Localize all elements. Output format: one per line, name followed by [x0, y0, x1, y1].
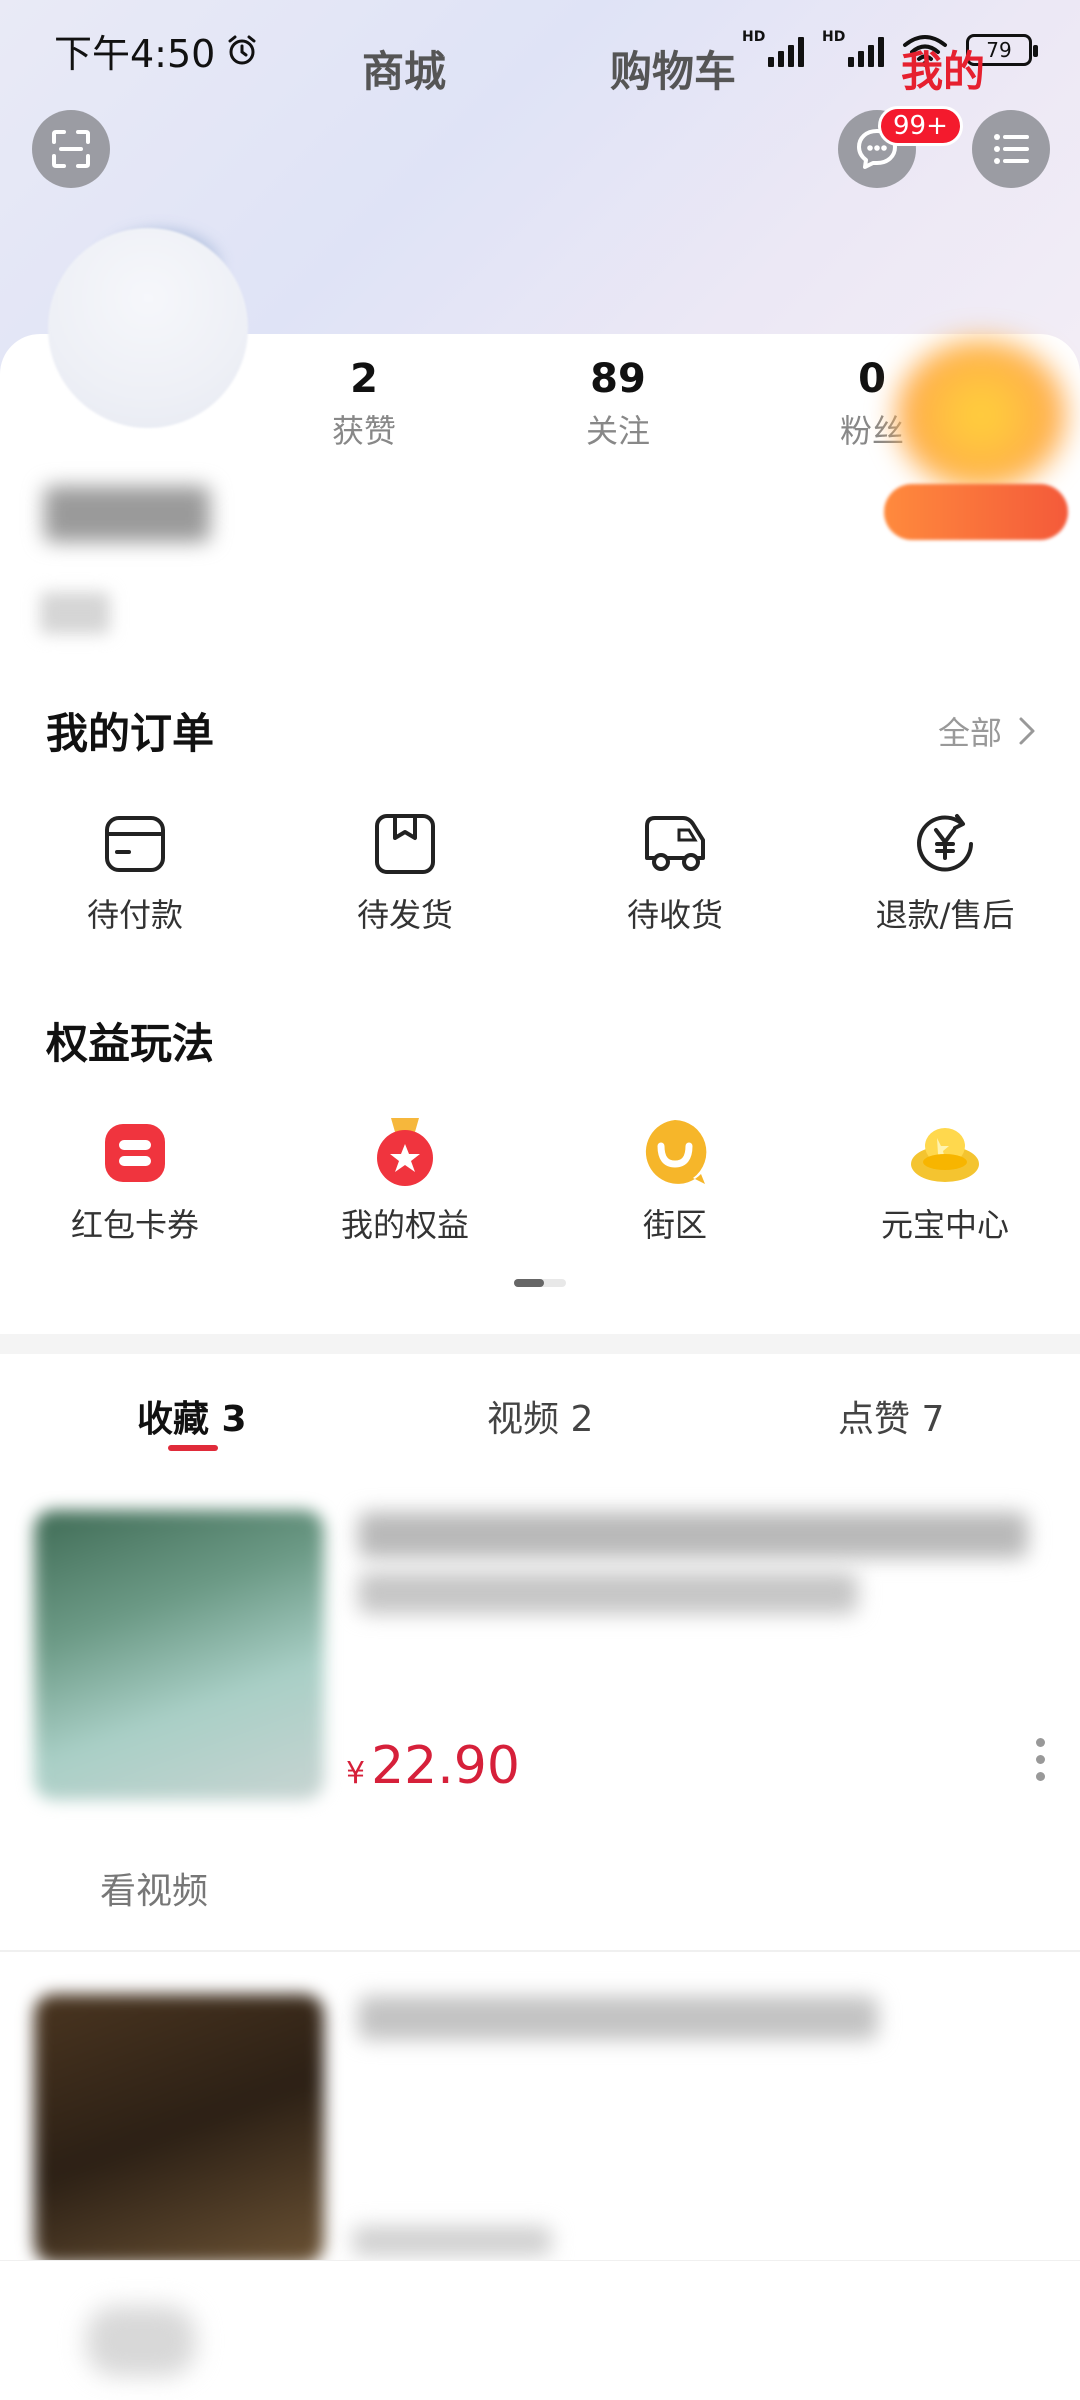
red-packet-icon: [105, 1124, 165, 1182]
nav-home-item[interactable]: [86, 2306, 196, 2376]
product-price: ¥22.90: [346, 1736, 520, 1796]
section-separator: [0, 1334, 1080, 1354]
wallet-card-icon: [105, 816, 165, 872]
benefit-ingot-center[interactable]: 元宝中心: [845, 1116, 1045, 1246]
stat-likes-value: 2: [350, 356, 378, 402]
price-value: 22.90: [371, 1736, 520, 1796]
product-title-2[interactable]: [358, 1996, 878, 2040]
delivery-truck-icon: [645, 816, 705, 871]
benefits-title: 权益玩法: [46, 1019, 215, 1068]
alarm-icon: [228, 35, 256, 65]
benefit-red-packet-label: 红包卡券: [70, 1206, 199, 1244]
scan-button[interactable]: [32, 110, 110, 188]
product-title[interactable]: [358, 1512, 1028, 1558]
product-more-button[interactable]: [1030, 1738, 1050, 1781]
smile-bubble-icon: [645, 1120, 707, 1184]
orders-view-all-label: 全部: [937, 714, 1002, 752]
signal-icon-2: HD: [822, 29, 884, 67]
order-pending-payment[interactable]: 待付款: [35, 810, 235, 936]
battery-level: 79: [986, 38, 1012, 62]
message-count-badge: 99+: [878, 106, 963, 146]
benefits-page-indicator: [514, 1279, 566, 1287]
tab-videos[interactable]: 视频 2: [487, 1390, 593, 1442]
tab-likes[interactable]: 点赞 7: [838, 1390, 944, 1442]
list-divider: [0, 1950, 1080, 1952]
order-pending-receipt[interactable]: 待收货: [575, 810, 775, 936]
benefit-street-label: 街区: [642, 1206, 707, 1244]
watch-video-link[interactable]: 看视频: [100, 1862, 208, 1914]
package-box-icon: [375, 814, 435, 874]
order-refund[interactable]: 退款/售后: [845, 810, 1045, 936]
stat-following-value: 89: [590, 356, 646, 402]
gold-ingot-icon: [911, 1128, 979, 1182]
stat-following-label: 关注: [585, 412, 650, 450]
nav-mine[interactable]: 我的: [901, 38, 985, 99]
avatar[interactable]: [48, 228, 248, 428]
active-tab-indicator: [168, 1445, 218, 1451]
signal-icon: HD: [742, 29, 804, 67]
status-time: 下午4:50: [54, 31, 216, 76]
medal-star-icon: [377, 1118, 433, 1186]
orders-title: 我的订单: [46, 709, 215, 758]
username: [44, 486, 210, 542]
price-currency: ¥: [346, 1756, 366, 1791]
nav-mall[interactable]: 商城: [362, 38, 446, 99]
stat-likes-label: 获赞: [331, 412, 396, 450]
scan-icon: [52, 130, 90, 168]
tab-favorites[interactable]: 收藏 3: [137, 1390, 247, 1442]
nav-cart[interactable]: 购物车: [610, 38, 736, 99]
user-subtitle: [40, 592, 110, 634]
orders-view-all[interactable]: 全部: [938, 708, 1036, 754]
content-tabs: 收藏 3 视频 2 点赞 7: [0, 1380, 1080, 1470]
benefit-red-packet[interactable]: 红包卡券: [35, 1116, 235, 1246]
list-menu-icon: [994, 134, 1029, 164]
status-left: 下午4:50: [54, 23, 259, 78]
product-meta-2: [352, 2226, 552, 2256]
garden-promo-button[interactable]: [884, 484, 1068, 540]
status-right: HD HD 79: [742, 29, 1038, 67]
product-title-line-2[interactable]: [358, 1572, 858, 1614]
benefit-my-rights-label: 我的权益: [340, 1206, 469, 1244]
chevron-right-icon: [1019, 717, 1035, 745]
product-thumbnail-2[interactable]: [34, 1994, 324, 2264]
order-pending-shipment-label: 待发货: [356, 896, 453, 934]
order-refund-label: 退款/售后: [875, 896, 1015, 934]
stat-following[interactable]: 89 关注: [538, 356, 698, 452]
garden-promo-image[interactable]: [896, 340, 1066, 490]
order-pending-shipment[interactable]: 待发货: [305, 810, 505, 936]
menu-button[interactable]: [972, 110, 1050, 188]
stat-likes[interactable]: 2 获赞: [284, 356, 444, 452]
order-pending-payment-label: 待付款: [86, 896, 183, 934]
benefit-street[interactable]: 街区: [575, 1116, 775, 1246]
benefit-ingot-center-label: 元宝中心: [880, 1206, 1009, 1244]
refund-yen-icon: [917, 814, 973, 872]
product-thumbnail[interactable]: [34, 1510, 324, 1800]
order-pending-receipt-label: 待收货: [626, 896, 723, 934]
benefit-my-rights[interactable]: 我的权益: [305, 1116, 505, 1246]
